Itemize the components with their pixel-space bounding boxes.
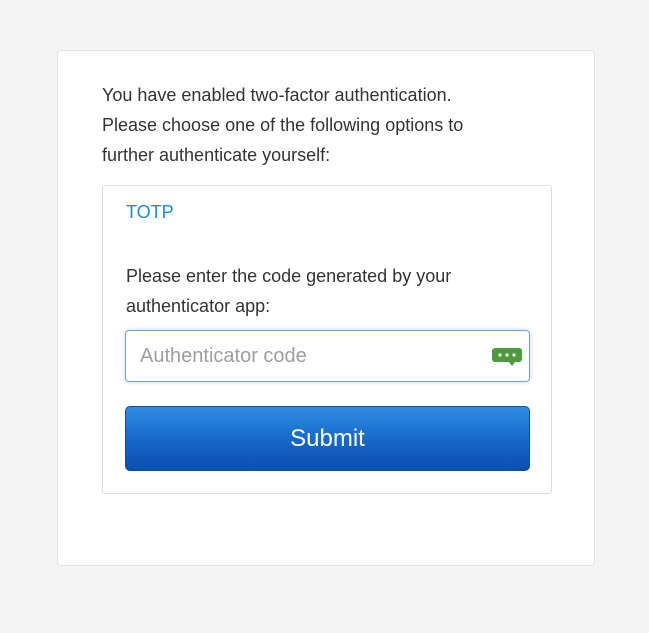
intro-text: You have enabled two-factor authenticati…	[102, 80, 542, 170]
tab-totp[interactable]: TOTP	[126, 202, 174, 223]
prompt-line-1: Please enter the code generated by your	[126, 266, 452, 286]
password-manager-icon[interactable]	[491, 347, 523, 367]
intro-line-2: Please choose one of the following optio…	[102, 115, 464, 135]
code-field-wrapper	[125, 330, 530, 382]
submit-button[interactable]: Submit	[125, 406, 530, 471]
intro-line-3: further authenticate yourself:	[102, 145, 331, 165]
totp-panel: TOTP Please enter the code generated by …	[102, 185, 552, 494]
authenticator-code-input[interactable]	[125, 330, 530, 382]
two-factor-card: You have enabled two-factor authenticati…	[57, 50, 595, 566]
totp-prompt: Please enter the code generated by your …	[126, 261, 526, 321]
intro-line-1: You have enabled two-factor authenticati…	[102, 85, 452, 105]
prompt-line-2: authenticator app:	[126, 296, 271, 316]
